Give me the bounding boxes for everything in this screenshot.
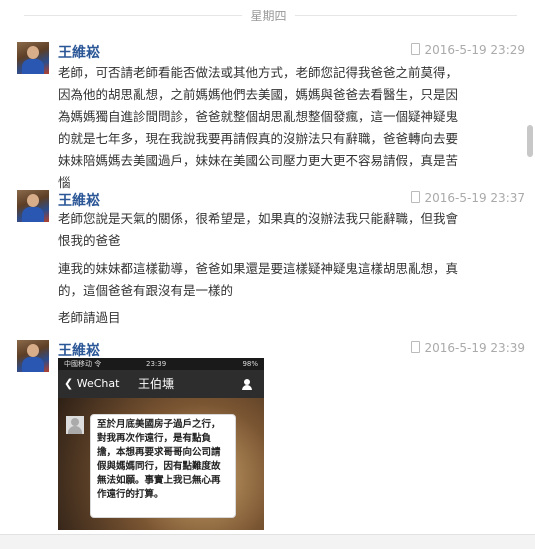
avatar[interactable] <box>17 190 49 222</box>
avatar-face <box>27 344 39 357</box>
divider-line-left <box>24 15 242 16</box>
clock-label: 23:39 <box>146 360 167 368</box>
scrollbar-thumb[interactable] <box>527 125 533 157</box>
avatar-body <box>22 59 44 74</box>
timestamp: 2016-5-19 23:39 <box>424 341 526 355</box>
avatar-body <box>22 207 44 222</box>
sender-name[interactable]: 王維崧 <box>58 340 100 360</box>
day-label: 星期四 <box>250 9 287 23</box>
avatar-body <box>22 357 44 372</box>
message-paragraph: 連我的妹妹都這樣勸導，爸爸如果還是要這樣疑神疑鬼這樣胡思亂想，真的，這個爸爸有跟… <box>58 261 459 298</box>
phone-icon <box>410 191 420 203</box>
divider-line-right <box>295 15 517 16</box>
person-icon <box>242 379 252 390</box>
bottom-bar <box>0 534 535 549</box>
timestamp: 2016-5-19 23:37 <box>424 191 526 205</box>
message-time: 2016-5-19 23:37 <box>410 191 526 205</box>
avatar-face <box>27 46 39 59</box>
back-button: ❮ WeChat <box>64 377 120 390</box>
wechat-nav-bar: ❮ WeChat 王伯壎 <box>58 370 264 398</box>
back-label: WeChat <box>76 377 120 390</box>
chat-title: 王伯壎 <box>138 377 175 391</box>
phone-icon <box>410 43 420 55</box>
phone-status-bar: 中國移动 令 23:39 98% <box>58 358 264 370</box>
avatar[interactable] <box>17 340 49 372</box>
message-text: 老師，可否請老師看能否做法或其他方式，老師您記得我爸爸之前莫得，因為他的胡思亂想… <box>58 65 459 190</box>
avatar[interactable] <box>17 42 49 74</box>
timestamp: 2016-5-19 23:29 <box>424 43 526 57</box>
message-paragraph: 老師請過目 <box>58 310 121 325</box>
day-divider: 星期四 <box>0 7 535 23</box>
message-paragraph: 老師您說是天氣的關係，很希望是，如果真的沒辦法我只能辭職，但我會恨我的爸爸 <box>58 211 459 248</box>
chat-bubble: 至於月底美國房子過戶之行，對我再次作遠行，是有點負擔，本想再要求哥哥向公司請假與… <box>90 414 236 518</box>
phone-icon <box>410 341 420 353</box>
contact-avatar <box>66 416 84 434</box>
carrier-label: 中國移动 令 <box>64 360 102 368</box>
screenshot-image[interactable]: 中國移动 令 23:39 98% ❮ WeChat 王伯壎 至於月底美國房子過戶… <box>58 358 264 530</box>
message-time: 2016-5-19 23:29 <box>410 43 526 57</box>
battery-label: 98% <box>242 360 258 368</box>
message-time: 2016-5-19 23:39 <box>410 341 526 355</box>
sender-name[interactable]: 王維崧 <box>58 190 100 210</box>
sender-name[interactable]: 王維崧 <box>58 42 100 62</box>
avatar-face <box>27 194 39 207</box>
